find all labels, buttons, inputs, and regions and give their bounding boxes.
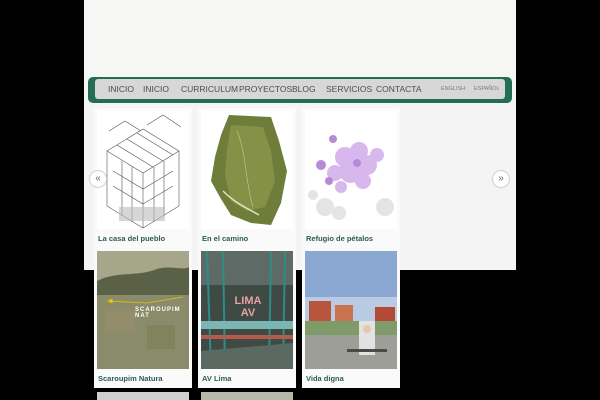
nav-item-curriculum[interactable]: CURRICULUM bbox=[181, 79, 238, 99]
satellite-photo-icon: SCAROUPIM NAT bbox=[97, 251, 189, 369]
project-tile-partial[interactable] bbox=[97, 392, 189, 400]
satellite-photo-label: SCAROUPIM NAT bbox=[135, 307, 181, 319]
project-tile-partial[interactable] bbox=[201, 392, 293, 400]
lang-espanol-link[interactable]: ESPAÑOL bbox=[474, 79, 500, 99]
nav-item-servicios[interactable]: SERVICIOS bbox=[326, 79, 372, 99]
prev-arrow-icon[interactable]: « bbox=[89, 170, 107, 188]
petal-diagram-icon bbox=[305, 111, 397, 229]
nav-item-blog[interactable]: BLOG bbox=[292, 79, 316, 99]
nav-item-inicio[interactable]: INICIO bbox=[108, 79, 134, 99]
lang-english-link[interactable]: ENGLISH bbox=[441, 79, 465, 99]
next-arrow-icon[interactable]: » bbox=[492, 170, 510, 188]
station-render-label: LIMA AV bbox=[234, 295, 262, 319]
project-tile[interactable]: En el camino bbox=[198, 108, 296, 248]
nav-item-proyectos[interactable]: PROYECTOS bbox=[239, 79, 292, 99]
nav-item-contacta[interactable]: CONTACTA bbox=[376, 79, 422, 99]
project-title[interactable]: En el camino bbox=[202, 234, 248, 243]
project-title[interactable]: Scaroupim Natura bbox=[98, 374, 163, 383]
project-tile[interactable]: SCAROUPIM NAT Scaroupim Natura bbox=[94, 248, 192, 388]
residence-render-icon bbox=[305, 251, 397, 369]
main-nav: INICIO INICIO CURRICULUM PROYECTOS BLOG … bbox=[95, 79, 505, 99]
project-tile[interactable]: Vida digna bbox=[302, 248, 400, 388]
header-banner bbox=[84, 0, 516, 78]
project-tile[interactable]: Refugio de pétalos bbox=[302, 108, 400, 248]
station-render-icon: LIMA AV bbox=[201, 251, 293, 369]
project-tile[interactable]: La casa del pueblo bbox=[94, 108, 192, 248]
project-title[interactable]: AV Lima bbox=[202, 374, 231, 383]
project-title[interactable]: La casa del pueblo bbox=[98, 234, 165, 243]
project-title[interactable]: Vida digna bbox=[306, 374, 344, 383]
aerial-map-icon bbox=[201, 111, 293, 229]
nav-item-inicio-2[interactable]: INICIO bbox=[143, 79, 169, 99]
axonometric-drawing-icon bbox=[97, 111, 189, 229]
project-title[interactable]: Refugio de pétalos bbox=[306, 234, 373, 243]
project-tile[interactable]: LIMA AV AV Lima bbox=[198, 248, 296, 388]
